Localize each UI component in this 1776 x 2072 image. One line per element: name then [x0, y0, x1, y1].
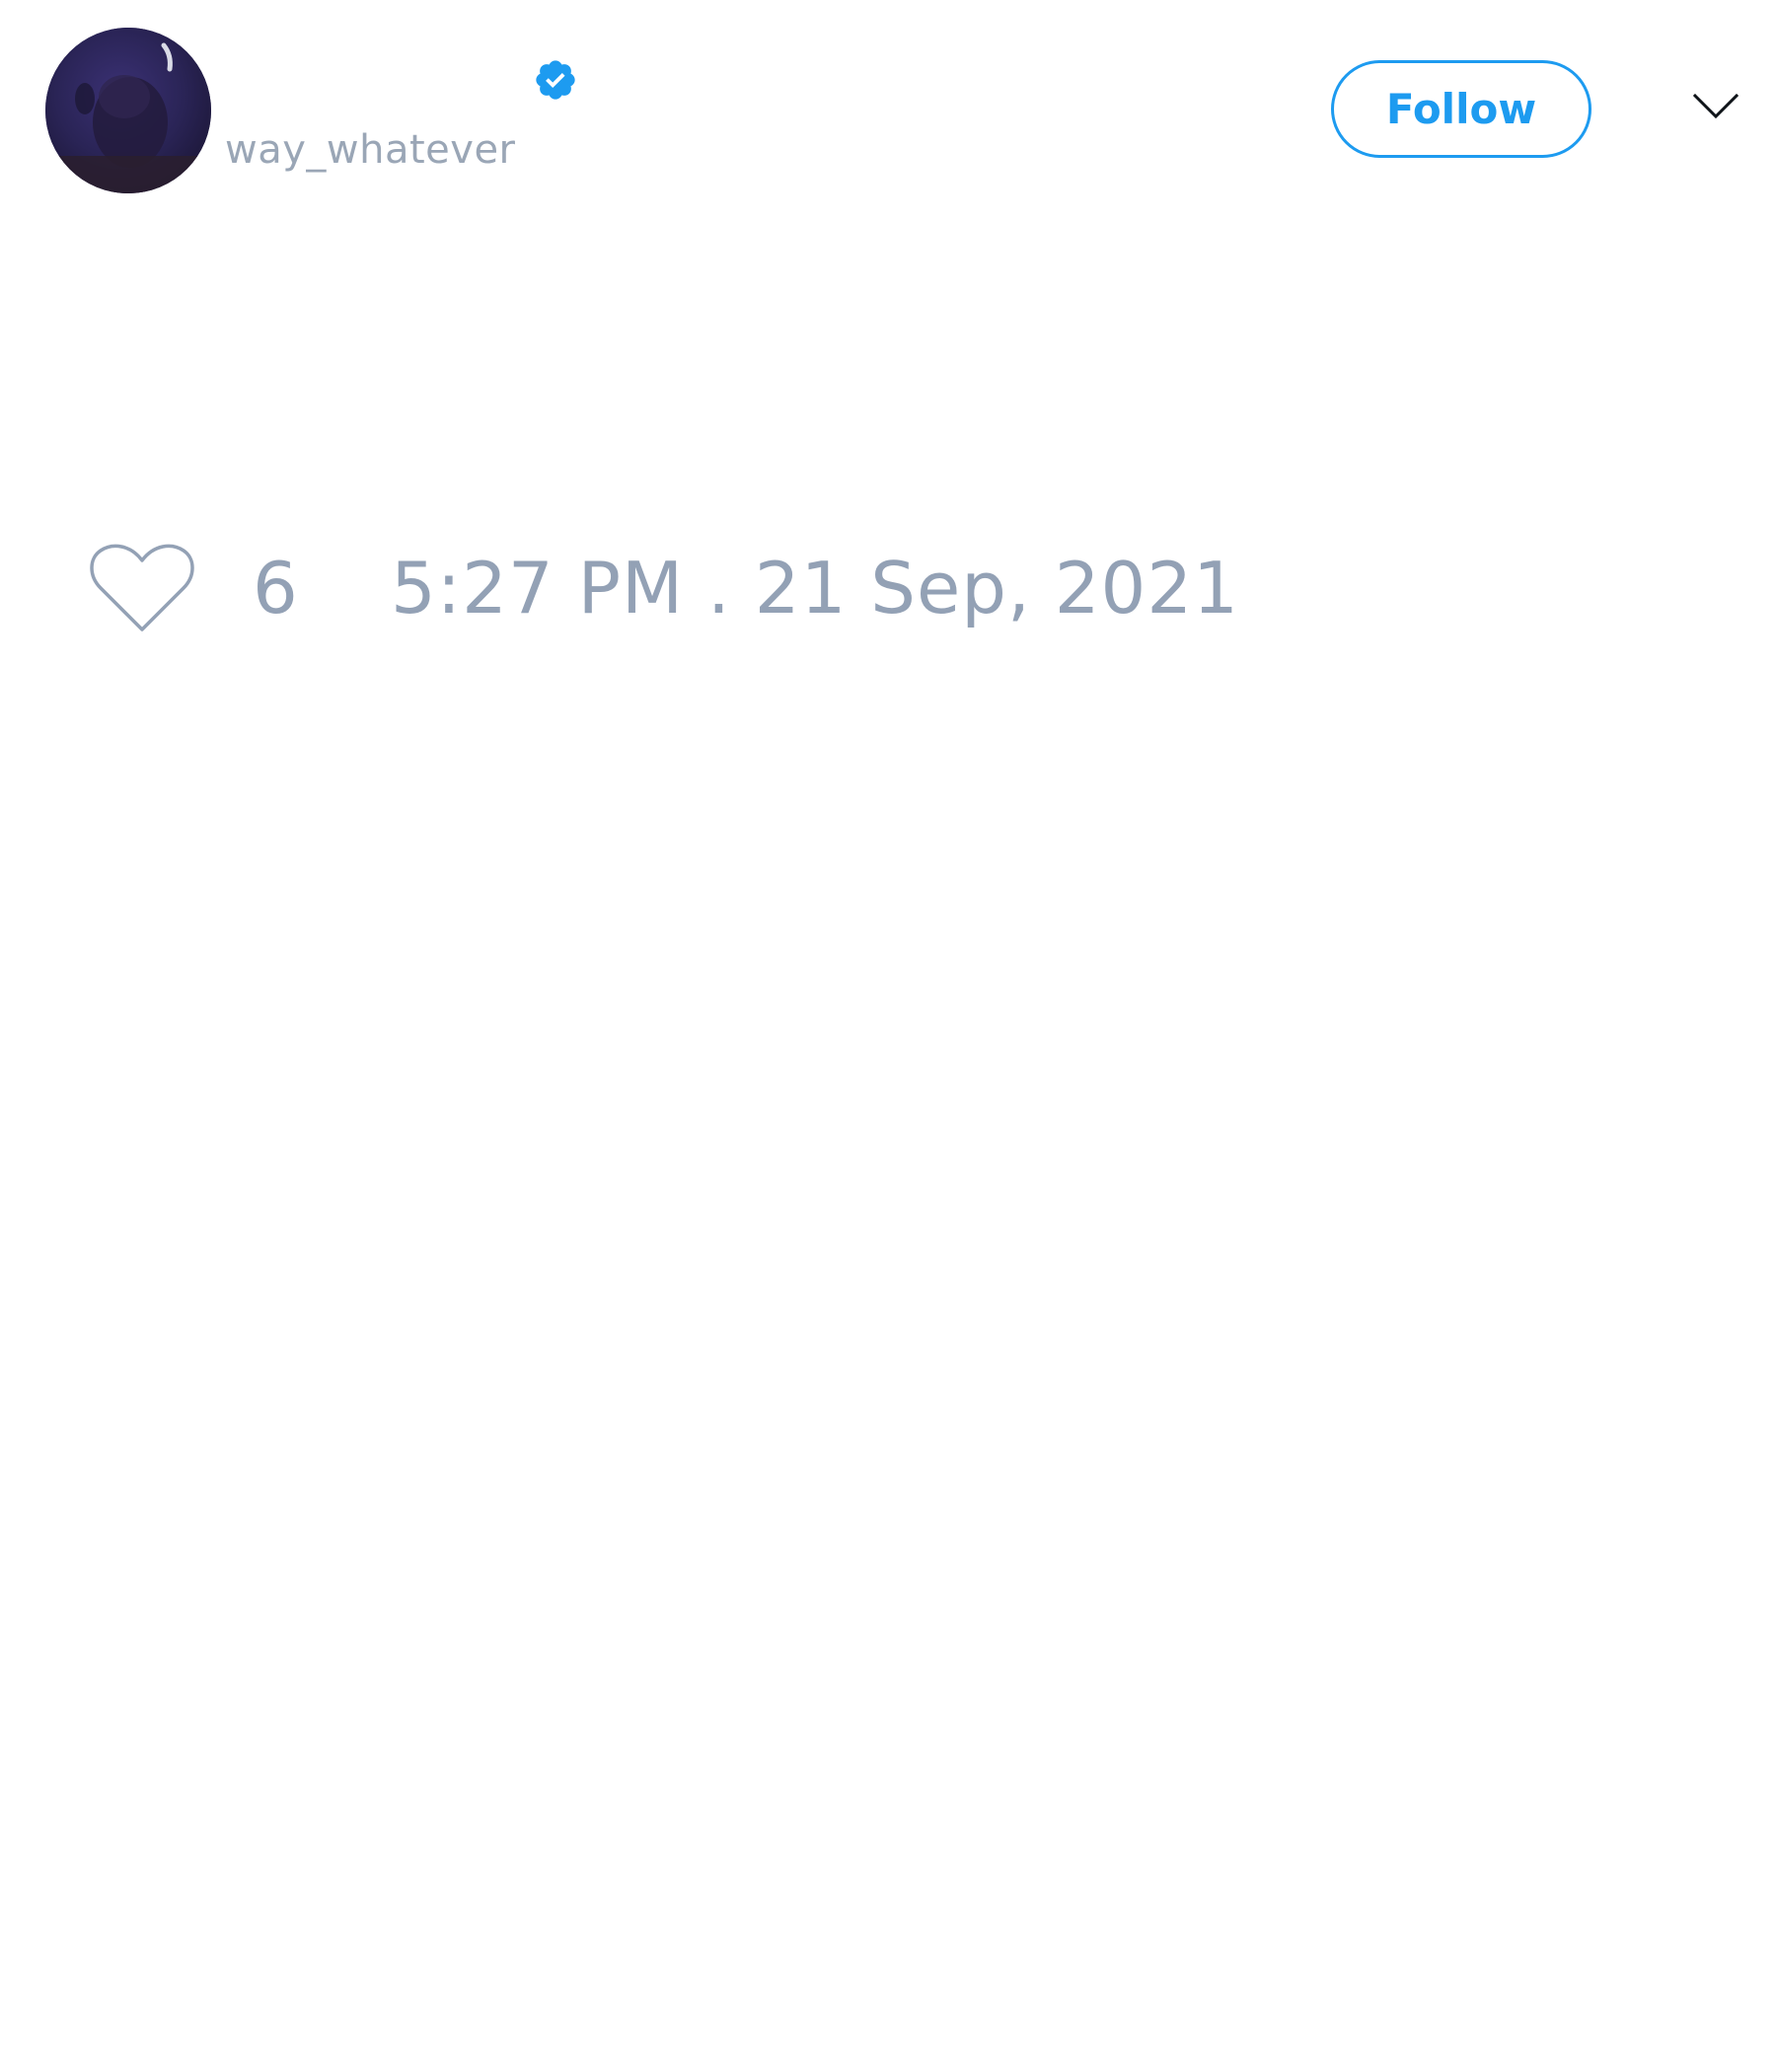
- like-count: 6: [253, 547, 298, 629]
- heart-icon[interactable]: [87, 541, 197, 635]
- author-handle[interactable]: way_whatever: [225, 126, 516, 174]
- avatar-image: [45, 28, 211, 193]
- follow-button[interactable]: Follow: [1331, 60, 1591, 158]
- tweet-timestamp[interactable]: 5:27 PM . 21 Sep, 2021: [391, 553, 1239, 624]
- verified-badge-icon: [536, 60, 575, 100]
- chevron-down-icon[interactable]: [1692, 92, 1739, 121]
- avatar[interactable]: [45, 28, 211, 193]
